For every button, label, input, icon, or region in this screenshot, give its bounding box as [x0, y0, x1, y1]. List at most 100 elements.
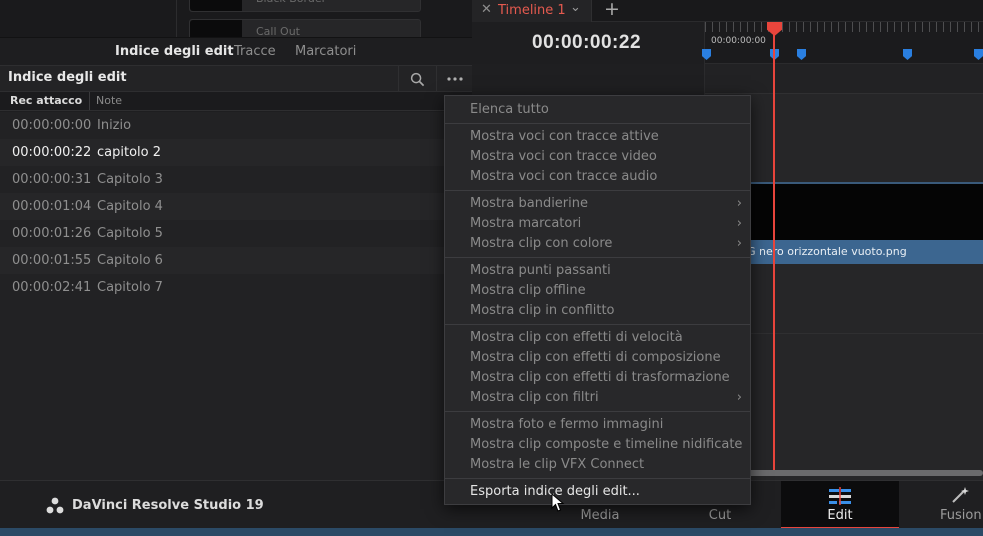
- tab-edit-index[interactable]: Indice degli edit: [107, 38, 242, 67]
- menu-item-export-edit-index[interactable]: Esporta indice degli edit...: [445, 482, 750, 502]
- menu-item-active-tracks[interactable]: Mostra voci con tracce attive: [445, 127, 750, 147]
- menu-item-label: Mostra clip con effetti di velocità: [470, 330, 683, 345]
- menu-item-label: Mostra marcatori: [470, 216, 582, 231]
- chevron-right-icon: ›: [736, 390, 742, 405]
- menu-item-stills[interactable]: Mostra foto e fermo immagini: [445, 415, 750, 435]
- menu-item-filters[interactable]: Mostra clip con filtri ›: [445, 388, 750, 408]
- menu-divider: [445, 324, 750, 325]
- taskbar-strip: [0, 528, 983, 536]
- row-note: Capitolo 3: [97, 172, 163, 187]
- menu-item-video-tracks[interactable]: Mostra voci con tracce video: [445, 147, 750, 167]
- edit-index-header: Indice degli edit: [0, 65, 472, 92]
- menu-item-label: Mostra voci con tracce video: [470, 149, 657, 164]
- column-separator[interactable]: [89, 92, 90, 110]
- menu-divider: [445, 257, 750, 258]
- page-tab-edit[interactable]: Edit: [781, 481, 899, 529]
- edit-index-context-menu: Elenca tutto Mostra voci con tracce atti…: [444, 95, 751, 505]
- timeline-tab[interactable]: ✕ Timeline 1 ⌄: [472, 0, 592, 22]
- fusion-page-icon: [952, 487, 969, 503]
- clip-name: Black Border: [256, 0, 326, 11]
- playhead-line: [773, 34, 775, 470]
- table-row[interactable]: 00:00:02:41 Capitolo 7: [0, 274, 472, 301]
- menu-item-composite-effects[interactable]: Mostra clip con effetti di composizione: [445, 348, 750, 368]
- table-row[interactable]: 00:00:00:22 capitolo 2: [0, 139, 472, 166]
- timeline-tab-name: Timeline 1: [498, 3, 566, 18]
- track-lane: [705, 64, 983, 94]
- ruler-start-time: 00:00:00:00: [711, 36, 766, 46]
- panel-title: Indice degli edit: [8, 70, 127, 85]
- row-timecode: 00:00:00:00: [12, 118, 92, 133]
- menu-item-transform-effects[interactable]: Mostra clip con effetti di trasformazion…: [445, 368, 750, 388]
- column-rec-in[interactable]: Rec attacco: [10, 94, 82, 107]
- clip-name: Call Out: [256, 25, 300, 37]
- row-timecode: 00:00:01:04: [12, 199, 92, 214]
- timeline-ruler[interactable]: 00:00:00:00: [702, 22, 983, 64]
- chevron-right-icon: ›: [736, 196, 742, 211]
- chevron-right-icon: ›: [736, 216, 742, 231]
- row-note: Capitolo 7: [97, 280, 163, 295]
- timeline-tab-bar: ✕ Timeline 1 ⌄ +: [472, 0, 983, 22]
- edit-index-tabs: Indice degli edit Tracce Marcatori: [0, 37, 472, 67]
- table-row[interactable]: 00:00:01:55 Capitolo 6: [0, 247, 472, 274]
- row-timecode: 00:00:00:22: [12, 145, 92, 160]
- media-pool-strip: Black Border Call Out: [0, 0, 472, 37]
- row-note: Capitolo 4: [97, 199, 163, 214]
- search-button[interactable]: [398, 66, 436, 92]
- table-row[interactable]: 00:00:01:04 Capitolo 4: [0, 193, 472, 220]
- edit-page-icon: [829, 487, 851, 505]
- tab-markers[interactable]: Marcatori: [295, 38, 356, 66]
- menu-item-label: Mostra clip con filtri: [470, 390, 599, 405]
- row-note: capitolo 2: [97, 145, 161, 160]
- clip-thumbnail: [190, 20, 242, 37]
- timeline-marker[interactable]: [974, 49, 983, 60]
- column-notes[interactable]: Note: [96, 94, 122, 107]
- menu-item-label: Mostra clip con effetti di composizione: [470, 350, 721, 365]
- menu-item-label: Elenca tutto: [470, 102, 549, 117]
- menu-item-compound-clips[interactable]: Mostra clip composte e timeline nidifica…: [445, 435, 750, 455]
- row-note: Capitolo 5: [97, 226, 163, 241]
- table-row[interactable]: 00:00:01:26 Capitolo 5: [0, 220, 472, 247]
- clip-thumbnail: [190, 0, 242, 11]
- tab-tracks[interactable]: Tracce: [234, 38, 276, 66]
- page-tab-fusion[interactable]: Fusion: [910, 481, 983, 529]
- menu-item-conflicting-clips[interactable]: Mostra clip in conflitto: [445, 301, 750, 321]
- search-icon: [410, 72, 425, 86]
- media-clip-card[interactable]: Black Border: [189, 0, 421, 12]
- chevron-down-icon[interactable]: ⌄: [570, 0, 581, 15]
- menu-item-label: Mostra punti passanti: [470, 263, 611, 278]
- add-timeline-icon[interactable]: +: [604, 0, 620, 20]
- timeline-marker[interactable]: [903, 49, 912, 60]
- menu-item-clip-color[interactable]: Mostra clip con colore ›: [445, 234, 750, 254]
- timecode-readout: 00:00:00:22: [532, 32, 642, 53]
- menu-divider: [445, 478, 750, 479]
- menu-item-label: Mostra clip in conflitto: [470, 303, 615, 318]
- row-timecode: 00:00:02:41: [12, 280, 92, 295]
- table-row[interactable]: 00:00:00:00 Inizio: [0, 112, 472, 139]
- media-pool-divider: [176, 0, 177, 37]
- table-row[interactable]: 00:00:00:31 Capitolo 3: [0, 166, 472, 193]
- menu-item-through-edits[interactable]: Mostra punti passanti: [445, 261, 750, 281]
- menu-item-flags[interactable]: Mostra bandierine ›: [445, 194, 750, 214]
- timeline-timecode-display[interactable]: 00:00:00:22: [472, 22, 705, 64]
- row-timecode: 00:00:01:26: [12, 226, 92, 241]
- menu-item-vfx-connect[interactable]: Mostra le clip VFX Connect: [445, 455, 750, 475]
- menu-item-label: Mostra foto e fermo immagini: [470, 417, 664, 432]
- timeline-marker[interactable]: [797, 49, 806, 60]
- menu-item-markers[interactable]: Mostra marcatori ›: [445, 214, 750, 234]
- menu-divider: [445, 123, 750, 124]
- menu-item-offline-clips[interactable]: Mostra clip offline: [445, 281, 750, 301]
- menu-item-speed-effects[interactable]: Mostra clip con effetti di velocità: [445, 328, 750, 348]
- menu-item-label: Mostra voci con tracce attive: [470, 129, 659, 144]
- menu-item-label: Mostra le clip VFX Connect: [470, 457, 645, 472]
- timeline-scrollbar[interactable]: [743, 470, 983, 476]
- menu-item-audio-tracks[interactable]: Mostra voci con tracce audio: [445, 167, 750, 187]
- page-tab-label: Edit: [827, 508, 853, 523]
- row-note: Inizio: [97, 118, 132, 133]
- media-clip-card[interactable]: Call Out: [189, 19, 421, 37]
- row-note: Capitolo 6: [97, 253, 163, 268]
- close-icon[interactable]: ✕: [481, 2, 492, 17]
- more-options-button[interactable]: [436, 66, 472, 92]
- menu-item-list-all[interactable]: Elenca tutto: [445, 100, 750, 120]
- page-tab-label: Cut: [708, 508, 732, 523]
- davinci-logo-icon: [46, 497, 64, 514]
